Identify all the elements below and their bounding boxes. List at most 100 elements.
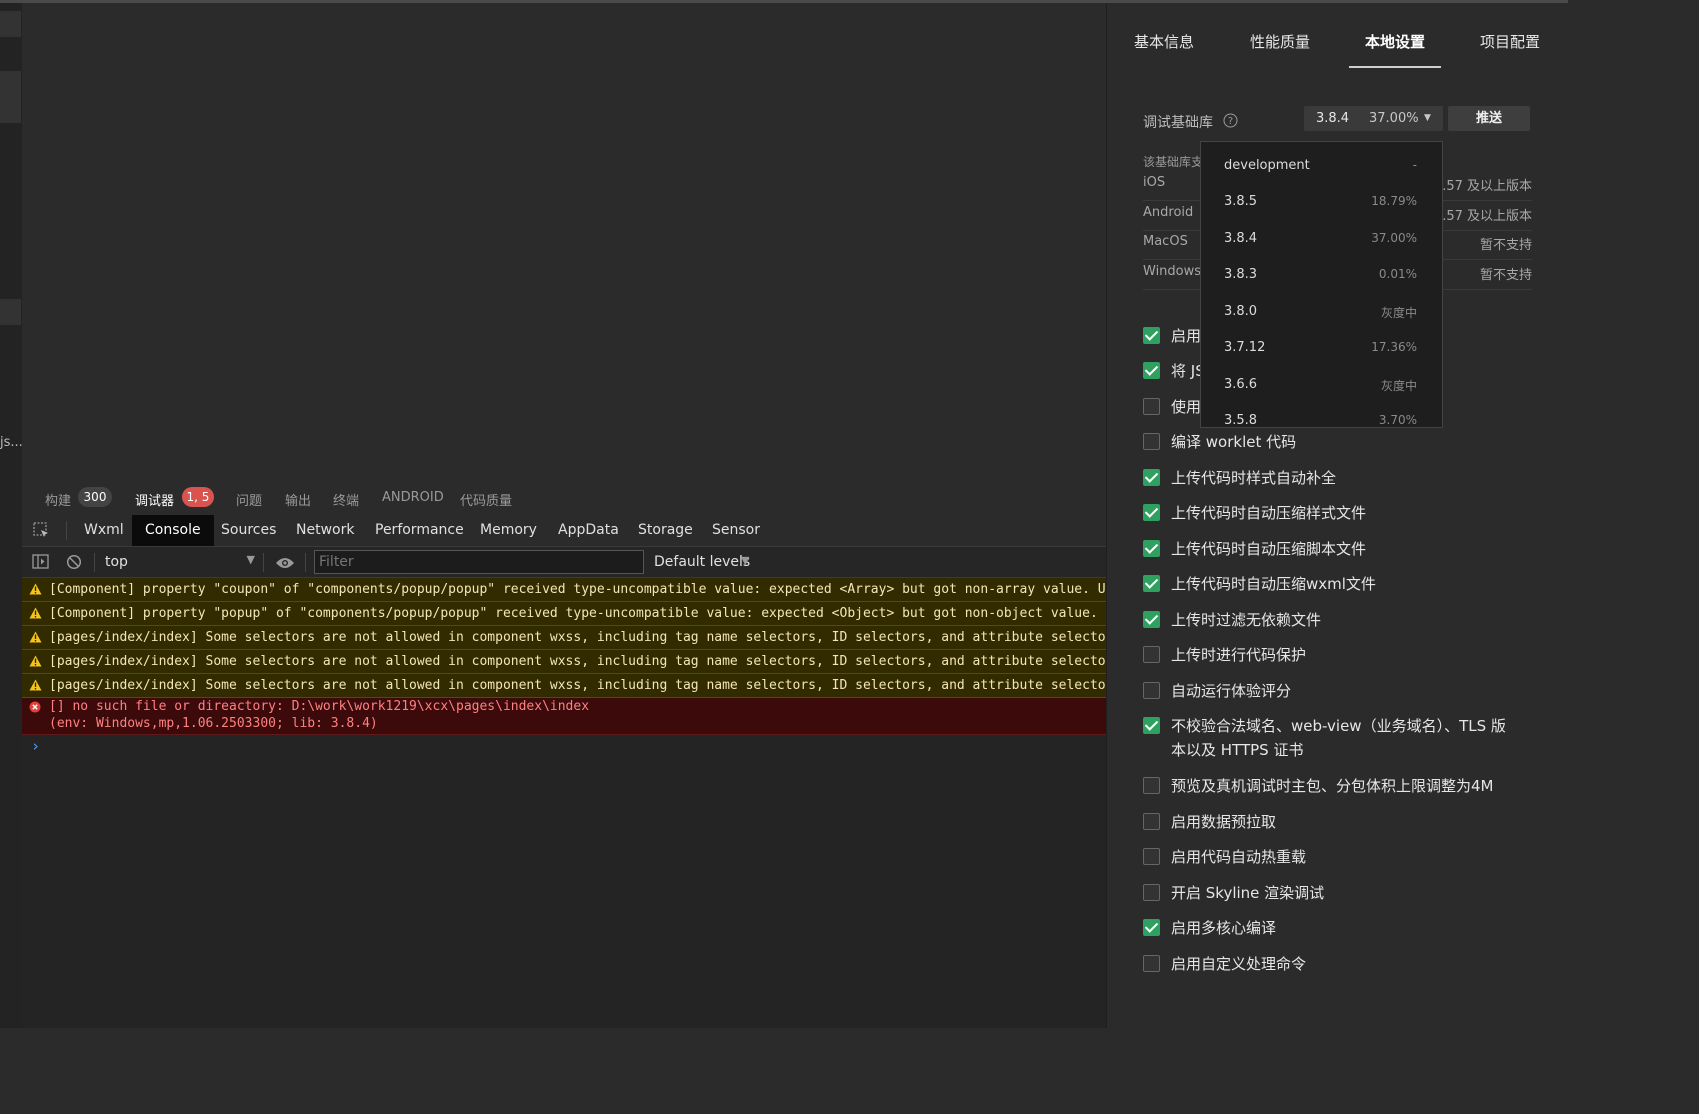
strip-block[interactable]: [0, 299, 21, 325]
error-text-line2: (env: Windows,mp,1.06.2503300; lib: 3.8.…: [49, 716, 378, 731]
tab-android[interactable]: ANDROID: [382, 490, 444, 505]
chevron-down-icon: ▼: [741, 554, 750, 567]
version-option[interactable]: 3.6.6 灰度中: [1201, 361, 1442, 397]
setting-label: 上传代码时样式自动补全: [1171, 469, 1337, 487]
sidebar-toggle-icon[interactable]: [32, 554, 49, 573]
setting-checkbox[interactable]: [1143, 646, 1160, 663]
console-prompt-icon[interactable]: ›: [31, 737, 40, 755]
left-strip: js...: [0, 3, 23, 1028]
setting-checkbox[interactable]: [1143, 919, 1160, 936]
version-option[interactable]: 3.8.5 18.79%: [1201, 178, 1442, 214]
console-warning[interactable]: [pages/index/index] Some selectors are n…: [22, 674, 1106, 698]
tab-build[interactable]: 构建: [45, 490, 71, 509]
lib-version-dropdown: development - 3.8.5 18.79% 3.8.4 37.00% …: [1200, 141, 1443, 428]
setting-label: 启用代码自动热重载: [1171, 848, 1307, 866]
lib-version-select[interactable]: 3.8.4 37.00% ▼: [1304, 106, 1443, 131]
chevron-down-icon: ▼: [246, 553, 255, 566]
log-levels-label: Default levels: [654, 554, 751, 570]
tab-problems[interactable]: 问题: [236, 490, 262, 509]
setting-label: 上传代码时自动压缩脚本文件: [1171, 540, 1367, 558]
setting-checkbox[interactable]: [1143, 884, 1160, 901]
version-option-percent: 18.79%: [1371, 194, 1417, 208]
tab-output[interactable]: 输出: [285, 490, 311, 509]
version-option[interactable]: 3.7.12 17.36%: [1201, 324, 1442, 360]
setting-checkbox[interactable]: [1143, 433, 1160, 450]
devtools-tabs: Wxml Console Sources Network Performance…: [22, 515, 1106, 547]
help-icon[interactable]: ?: [1223, 113, 1238, 132]
setting-label: 开启 Skyline 渲染调试: [1171, 884, 1325, 902]
setting-label: 上传时进行代码保护: [1171, 646, 1307, 664]
version-option[interactable]: 3.8.0 灰度中: [1201, 288, 1442, 324]
tab-memory[interactable]: Memory: [470, 515, 547, 546]
setting-checkbox[interactable]: [1143, 848, 1160, 865]
tab-project-config[interactable]: 项目配置: [1480, 31, 1540, 52]
os-support-value: 暂不支持: [1479, 268, 1532, 283]
bottom-panel-tabs: 构建 300 调试器 1, 5 问题 输出 终端 ANDROID 代码质量: [22, 481, 1106, 516]
setting-checkbox[interactable]: [1143, 504, 1160, 521]
setting-checkbox[interactable]: [1143, 398, 1160, 415]
setting-checkbox[interactable]: [1143, 682, 1160, 699]
version-option-percent: 37.00%: [1371, 231, 1417, 245]
version-option-percent: 灰度中: [1380, 306, 1417, 320]
tab-storage[interactable]: Storage: [628, 515, 703, 546]
tab-debugger[interactable]: 调试器: [135, 490, 174, 509]
tab-performance[interactable]: Performance: [365, 515, 474, 546]
tab-terminal[interactable]: 终端: [333, 490, 359, 509]
tab-basic-info[interactable]: 基本信息: [1134, 31, 1194, 52]
tab-performance-quality[interactable]: 性能质量: [1250, 31, 1310, 52]
setting-checkbox[interactable]: [1143, 327, 1160, 344]
console-warning[interactable]: [pages/index/index] Some selectors are n…: [22, 650, 1106, 674]
version-option-label: 3.8.5: [1224, 194, 1258, 209]
setting-checkbox[interactable]: [1143, 540, 1160, 557]
log-levels-dropdown[interactable]: Default levels ▼: [646, 549, 756, 575]
setting-checkbox[interactable]: [1143, 469, 1160, 486]
warning-text: [pages/index/index] Some selectors are n…: [49, 630, 1106, 645]
version-option[interactable]: 3.8.4 37.00%: [1201, 215, 1442, 251]
version-option-percent: 灰度中: [1380, 379, 1417, 393]
context-selector[interactable]: top ▼: [102, 549, 257, 575]
eye-icon[interactable]: [275, 555, 295, 574]
setting-checkbox[interactable]: [1143, 717, 1160, 734]
setting-checkbox[interactable]: [1143, 813, 1160, 830]
version-option[interactable]: development -: [1201, 142, 1442, 178]
warning-text: [Component] property "popup" of "compone…: [49, 606, 1106, 621]
tab-sources[interactable]: Sources: [211, 515, 286, 546]
settings-panel: 基本信息 性能质量 本地设置 项目配置 调试基础库 ? 3.8.4 37.00%…: [1106, 3, 1569, 1028]
tab-console[interactable]: Console: [132, 515, 214, 546]
tab-sensor[interactable]: Sensor: [702, 515, 770, 546]
setting-label: 启用: [1171, 327, 1202, 345]
setting-checkbox[interactable]: [1143, 575, 1160, 592]
setting-checkbox[interactable]: [1143, 611, 1160, 628]
tab-wxml[interactable]: Wxml: [75, 515, 133, 546]
setting-checkbox[interactable]: [1143, 955, 1160, 972]
error-text-line1: [] no such file or direactory: D:\work\w…: [49, 699, 590, 714]
version-option-percent: -: [1412, 158, 1417, 172]
warning-icon: [29, 650, 42, 673]
strip-block[interactable]: [0, 71, 21, 123]
version-option[interactable]: 3.5.8 3.70%: [1201, 397, 1442, 427]
filter-input[interactable]: [314, 550, 644, 574]
strip-block[interactable]: [0, 11, 21, 37]
setting-label: 不校验合法域名、web-view（业务域名）、TLS 版: [1171, 717, 1506, 735]
console-warning[interactable]: [Component] property "popup" of "compone…: [22, 602, 1106, 626]
tab-appdata[interactable]: AppData: [548, 515, 629, 546]
inspect-element-icon[interactable]: [33, 522, 50, 543]
version-option[interactable]: 3.8.3 0.01%: [1201, 251, 1442, 287]
setting-checkbox[interactable]: [1143, 362, 1160, 379]
simulator-area: [22, 3, 1106, 481]
clear-console-icon[interactable]: [66, 554, 82, 574]
console-error[interactable]: [] no such file or direactory: D:\work\w…: [22, 698, 1106, 735]
setting-label: 上传代码时自动压缩样式文件: [1171, 504, 1367, 522]
tab-code-quality[interactable]: 代码质量: [460, 490, 512, 509]
setting-checkbox[interactable]: [1143, 777, 1160, 794]
context-value: top: [105, 554, 128, 570]
push-button[interactable]: 推送: [1448, 106, 1530, 131]
tab-network[interactable]: Network: [286, 515, 364, 546]
setting-label: 自动运行体验评分: [1171, 682, 1292, 700]
console-warning[interactable]: [Component] property "coupon" of "compon…: [22, 578, 1106, 602]
console-warning[interactable]: [pages/index/index] Some selectors are n…: [22, 626, 1106, 650]
tab-local-settings[interactable]: 本地设置: [1365, 31, 1425, 52]
setting-label: 启用数据预拉取: [1171, 813, 1277, 831]
setting-label-continued: 本以及 HTTPS 证书: [1171, 741, 1304, 759]
version-option-label: 3.8.4: [1224, 231, 1258, 246]
